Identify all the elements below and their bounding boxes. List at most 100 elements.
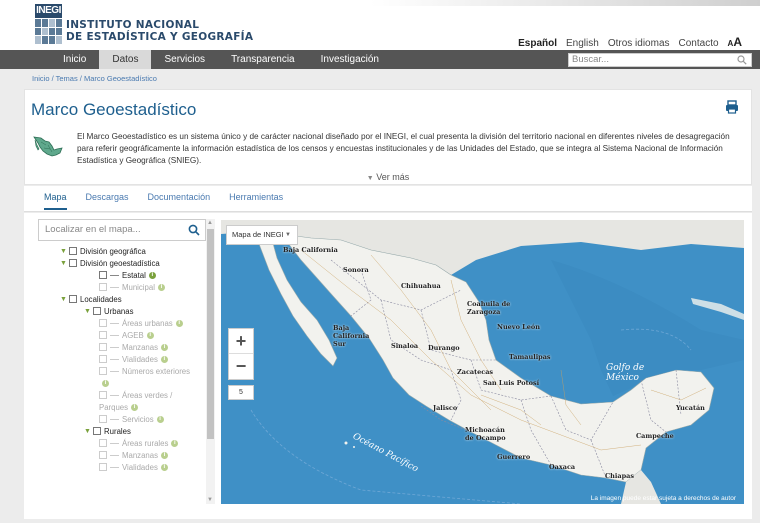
layer-item[interactable]: Municipal i: [38, 281, 204, 293]
print-icon[interactable]: [725, 100, 739, 114]
tab-herramientas[interactable]: Herramientas: [229, 192, 283, 210]
layer-symbol-icon: [110, 274, 119, 276]
header-links: Español English Otros idiomas Contacto A…: [518, 35, 742, 49]
layer-item[interactable]: Parques i: [38, 401, 204, 413]
nav-investigacion[interactable]: Investigación: [308, 50, 392, 69]
info-icon[interactable]: i: [160, 463, 168, 471]
layer-checkbox[interactable]: [99, 283, 107, 291]
scroll-up-icon[interactable]: ▲: [207, 220, 213, 226]
label-sinaloa: Sinaloa: [391, 342, 419, 350]
nav-transparencia[interactable]: Transparencia: [218, 50, 308, 69]
expand-arrow-icon[interactable]: ▼: [60, 296, 69, 303]
link-contacto[interactable]: Contacto: [679, 38, 719, 49]
info-icon[interactable]: i: [175, 319, 183, 327]
layer-checkbox[interactable]: [99, 391, 107, 399]
layer-item[interactable]: Vialidades i: [38, 353, 204, 365]
layer-label: Áreas rurales: [122, 438, 169, 448]
search-icon[interactable]: [737, 55, 747, 65]
label-sonora: Sonora: [343, 266, 369, 274]
layer-item[interactable]: AGEB i: [38, 329, 204, 341]
search-icon[interactable]: [188, 224, 200, 236]
info-icon[interactable]: i: [160, 451, 168, 459]
expand-arrow-icon[interactable]: ▼: [84, 308, 93, 315]
layer-item[interactable]: ▼ División geoestadística: [38, 257, 204, 269]
layer-checkbox[interactable]: [99, 415, 107, 423]
layer-checkbox[interactable]: [99, 343, 107, 351]
caret-down-icon: ▼: [366, 175, 374, 182]
layer-label: Áreas urbanas: [122, 318, 173, 328]
layer-item[interactable]: ▼ Urbanas: [38, 305, 204, 317]
layer-checkbox[interactable]: [99, 331, 107, 339]
info-icon[interactable]: i: [102, 379, 109, 387]
link-english[interactable]: English: [566, 38, 599, 49]
info-icon[interactable]: i: [157, 283, 165, 291]
expand-arrow-icon[interactable]: ▼: [84, 428, 93, 435]
layer-checkbox[interactable]: [69, 295, 77, 303]
layer-checkbox[interactable]: [99, 439, 107, 447]
layer-item[interactable]: ▼ Rurales: [38, 425, 204, 437]
layer-checkbox[interactable]: [99, 463, 107, 471]
expand-arrow-icon[interactable]: ▼: [60, 260, 69, 267]
label-jalisco: Jalisco: [433, 404, 458, 412]
info-icon[interactable]: i: [160, 355, 168, 363]
layer-checkbox[interactable]: [99, 319, 107, 327]
layer-label: Parques: [99, 402, 129, 412]
logo-text: INSTITUTO NACIONAL DE ESTADÍSTICA Y GEOG…: [66, 6, 253, 43]
nav-inicio[interactable]: Inicio: [50, 50, 99, 69]
layer-checkbox[interactable]: [93, 307, 101, 315]
layer-label: Rurales: [104, 426, 131, 436]
info-icon[interactable]: i: [148, 271, 156, 279]
layer-checkbox[interactable]: [99, 271, 107, 279]
inegi-logo[interactable]: INEGI INSTITUTO NACIONAL DE ESTADÍSTICA …: [35, 4, 253, 44]
layer-item[interactable]: i: [38, 377, 204, 389]
layer-item[interactable]: Áreas rurales i: [38, 437, 204, 449]
tab-documentacion[interactable]: Documentación: [148, 192, 211, 210]
zoom-in-button[interactable]: +: [229, 329, 253, 354]
layer-item[interactable]: Áreas urbanas i: [38, 317, 204, 329]
layer-item[interactable]: Servicios i: [38, 413, 204, 425]
layer-checkbox[interactable]: [69, 259, 77, 267]
layer-checkbox[interactable]: [93, 427, 101, 435]
info-icon[interactable]: i: [160, 343, 168, 351]
info-icon[interactable]: i: [146, 331, 154, 339]
layer-item[interactable]: Manzanas i: [38, 449, 204, 461]
layer-symbol-icon: [110, 454, 119, 456]
tab-mapa[interactable]: Mapa: [44, 192, 67, 210]
label-nuevo-leon: Nuevo León: [497, 323, 540, 331]
map-view[interactable]: Baja California Sonora Chihuahua Coahuil…: [221, 220, 744, 504]
tab-descargas[interactable]: Descargas: [86, 192, 129, 210]
zoom-out-button[interactable]: −: [229, 354, 253, 379]
site-search-input[interactable]: Buscar...: [568, 53, 752, 67]
info-icon[interactable]: i: [156, 415, 164, 423]
layers-scrollbar[interactable]: ▲ ▼: [206, 219, 215, 504]
label-baja-california-sur: Baja California Sur: [333, 324, 370, 348]
layer-item[interactable]: Números exteriores: [38, 365, 204, 377]
breadcrumb[interactable]: Inicio / Temas / Marco Geoestadístico: [32, 74, 157, 83]
font-size-button[interactable]: AA: [728, 35, 742, 49]
layer-item[interactable]: Manzanas i: [38, 341, 204, 353]
layer-checkbox[interactable]: [99, 367, 107, 375]
info-icon[interactable]: i: [171, 439, 179, 447]
link-otros-idiomas[interactable]: Otros idiomas: [608, 38, 670, 49]
nav-servicios[interactable]: Servicios: [151, 50, 218, 69]
map-type-select[interactable]: Mapa de INEGI ▼: [226, 225, 298, 245]
layer-checkbox[interactable]: [99, 451, 107, 459]
scroll-down-icon[interactable]: ▼: [207, 497, 213, 503]
layer-item[interactable]: ▼ Localidades: [38, 293, 204, 305]
layer-checkbox[interactable]: [99, 355, 107, 363]
label-guerrero: Guerrero: [497, 453, 531, 461]
locate-map-input[interactable]: Localizar en el mapa...: [38, 219, 206, 241]
link-espanol[interactable]: Español: [518, 38, 557, 49]
layer-checkbox[interactable]: [69, 247, 77, 255]
layer-item[interactable]: Estatal i: [38, 269, 204, 281]
ver-mas-button[interactable]: ▼ Ver más: [25, 172, 751, 182]
info-icon[interactable]: i: [131, 403, 139, 411]
scrollbar-thumb[interactable]: [207, 229, 214, 439]
expand-arrow-icon[interactable]: ▼: [60, 248, 69, 255]
layer-item[interactable]: Vialidades i: [38, 461, 204, 473]
page-description: El Marco Geoestadístico es un sistema ún…: [77, 132, 730, 165]
nav-datos[interactable]: Datos: [99, 50, 152, 69]
intro-panel: Marco Geoestadístico El Marco Geoestadís…: [24, 89, 752, 185]
layer-item[interactable]: ▼ División geográfica: [38, 245, 204, 257]
layer-item[interactable]: Áreas verdes /: [38, 389, 204, 401]
